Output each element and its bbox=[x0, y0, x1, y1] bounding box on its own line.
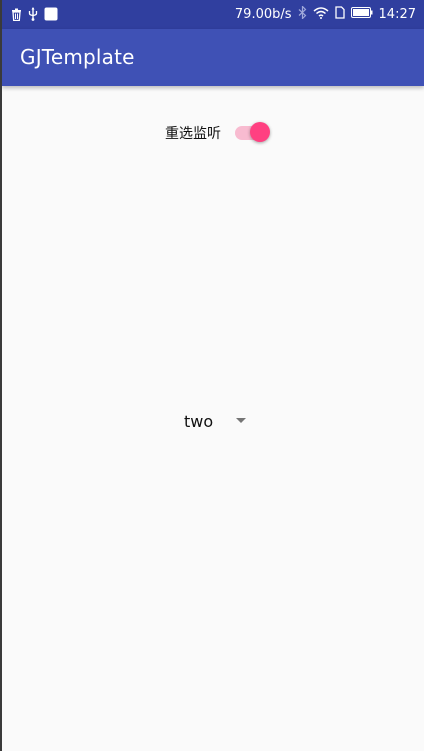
switch-label: 重选监听 bbox=[165, 126, 221, 142]
status-left-icons bbox=[11, 7, 64, 25]
battery-icon bbox=[350, 7, 373, 22]
app-frame: 79.00b/s 14:27 GJTemplate 重选监听 two bbox=[0, 0, 424, 751]
switch-thumb bbox=[250, 122, 270, 142]
status-right: 79.00b/s 14:27 bbox=[234, 5, 416, 23]
reselect-listener-switch[interactable] bbox=[233, 122, 270, 144]
app-bar: GJTemplate bbox=[2, 29, 424, 86]
option-spinner[interactable]: two bbox=[174, 406, 260, 436]
wifi-icon bbox=[313, 6, 329, 23]
dropdown-arrow-icon bbox=[236, 418, 246, 423]
status-time: 14:27 bbox=[378, 7, 416, 22]
network-speed: 79.00b/s bbox=[234, 7, 292, 22]
spinner-selected-value: two bbox=[184, 411, 214, 431]
bluetooth-icon bbox=[298, 5, 307, 23]
reselect-listener-row: 重选监听 bbox=[2, 121, 424, 145]
trash-icon bbox=[11, 8, 22, 25]
notification-square-icon bbox=[44, 7, 58, 25]
usb-icon bbox=[28, 7, 38, 25]
app-title: GJTemplate bbox=[20, 45, 135, 69]
sim-icon bbox=[334, 6, 345, 23]
status-bar: 79.00b/s 14:27 bbox=[2, 0, 424, 29]
